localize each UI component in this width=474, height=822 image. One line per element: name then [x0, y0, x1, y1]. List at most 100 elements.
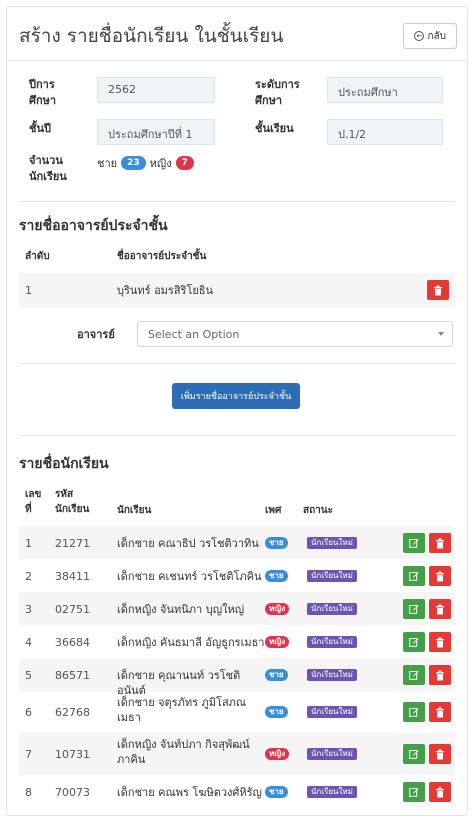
student-no: 4: [25, 636, 32, 649]
student-no: 8: [25, 786, 32, 799]
trash-icon: [436, 749, 444, 759]
student-row: 8 70073 เด็กชาย คณพร โฆษิตวงศ์หิรัญ ชาย นักเ…: [19, 775, 455, 809]
trash-icon: [436, 637, 444, 647]
student-name-line1: เด็กชาย คณาธิป วรโชติวาทิน: [117, 537, 259, 550]
delete-student-button[interactable]: [429, 566, 451, 586]
page-title: สร้าง รายชื่อนักเรียน ในชั้นเรียน: [19, 25, 284, 47]
back-button[interactable]: ← กลับ: [403, 23, 457, 49]
edit-student-button[interactable]: [403, 702, 425, 722]
delete-teacher-button[interactable]: [427, 280, 449, 300]
edit-student-button[interactable]: [403, 744, 425, 764]
student-status-badge: นักเรียนใหม่: [307, 748, 357, 760]
edit-icon: [409, 788, 419, 797]
delete-student-button[interactable]: [429, 632, 451, 652]
level-value: ประถมศึกษา: [327, 77, 443, 103]
delete-student-button[interactable]: [429, 744, 451, 764]
delete-student-button[interactable]: [429, 665, 451, 685]
edit-icon: [409, 671, 419, 680]
card-header: สร้าง รายชื่อนักเรียน ในชั้นเรียน ← กลับ: [7, 7, 467, 61]
teacher-row: 1 บุรินทร์ อมรสิริโยธิน: [19, 273, 455, 307]
caret-down-icon: [438, 332, 444, 336]
trash-icon: [436, 670, 444, 680]
grade-value: ประถมศึกษาปีที่ 1: [97, 119, 215, 145]
student-gender-badge: ชาย: [265, 570, 288, 582]
trash-icon: [436, 538, 444, 548]
student-no: 7: [25, 748, 32, 761]
grade-label: ชั้นปี: [29, 122, 51, 135]
student-row: 3 02751 เด็กหญิง จันทนิภา บุญใหญ่ หญิง นักเร…: [19, 592, 455, 625]
edit-student-button[interactable]: [403, 782, 425, 802]
student-col-gender: เพศ: [265, 505, 282, 516]
student-name-line1: เด็กชาย จตุรภัทร ภูมิโสภณ: [117, 696, 247, 709]
student-row: 1 21271 เด็กชาย คณาธิป วรโชติวาทิน ชาย นักเร…: [19, 526, 455, 559]
student-row: 6 62768 เด็กชาย จตุรภัทร ภูมิโสภณ เมธา ชาย นั…: [19, 691, 455, 733]
student-code: 21271: [55, 537, 90, 550]
female-label: หญิง: [149, 157, 172, 170]
male-label: ชาย: [97, 157, 118, 170]
trash-icon: [436, 787, 444, 797]
student-status-badge: นักเรียนใหม่: [307, 786, 357, 798]
edit-student-button[interactable]: [403, 566, 425, 586]
student-gender-badge: ชาย: [265, 537, 288, 549]
student-row: 7 10731 เด็กหญิง จันท์ปภา กิจสุพัฒน์ ภาคินห…: [19, 733, 455, 775]
teacher-col-no: ลำดับ: [25, 251, 50, 262]
teacher-row-name: บุรินทร์ อมรสิริโยธิน: [117, 284, 214, 297]
student-gender-badge: ชาย: [265, 706, 288, 718]
edit-icon: [409, 708, 419, 717]
student-gender-badge: ชาย: [265, 786, 288, 798]
student-col-code: รหัสนักเรียน: [55, 489, 90, 515]
edit-student-button[interactable]: [403, 533, 425, 553]
student-no: 6: [25, 706, 32, 719]
student-gender-badge: หญิง: [265, 603, 289, 615]
student-name: เด็กชาย จตุรภัทร ภูมิโสภณเมธา: [117, 695, 267, 725]
trash-icon: [436, 571, 444, 581]
edit-student-button[interactable]: [403, 665, 425, 685]
student-name: เด็กหญิง จันท์ปภา กิจสุพัฒน์ ภาคิน: [117, 737, 267, 767]
student-col-status: สถานะ: [303, 505, 333, 516]
student-status-badge: นักเรียนใหม่: [307, 537, 357, 549]
delete-student-button[interactable]: [429, 599, 451, 619]
teacher-col-name: ชื่ออาจารย์ประจำชั้น: [117, 251, 207, 262]
trash-icon: [436, 604, 444, 614]
student-no: 1: [25, 537, 32, 550]
create-class-roster-card: สร้าง รายชื่อนักเรียน ในชั้นเรียน ← กลับ…: [6, 6, 468, 816]
student-name: เด็กหญิง คันธมาลี อัญธูกรเมธา: [117, 635, 267, 650]
student-status-badge: นักเรียนใหม่: [307, 706, 357, 718]
student-name: เด็กชาย คเชนทร์ วรโชติโภคิน: [117, 569, 267, 584]
teachers-section-title: รายชื่ออาจารย์ประจำชั้น: [19, 218, 168, 234]
student-status-badge: นักเรียนใหม่: [307, 570, 357, 582]
student-name-line2: เมธา: [117, 711, 141, 724]
student-name-line1: เด็กหญิง จันทนิภา บุญใหญ่: [117, 603, 245, 616]
student-row: 2 38411 เด็กชาย คเชนทร์ วรโชติโภคิน ชาย นักเ…: [19, 559, 455, 592]
edit-icon: [409, 539, 419, 548]
student-status-badge: นักเรียนใหม่: [307, 603, 357, 615]
edit-student-button[interactable]: [403, 599, 425, 619]
student-no: 2: [25, 570, 32, 583]
teacher-row-no: 1: [25, 284, 32, 297]
student-name-line2: ภาคิน: [117, 753, 146, 766]
student-name-line1: เด็กชาย คณพร โฆษิตวงศ์หิรัญ: [117, 786, 262, 799]
student-name: เด็กชาย คณาธิป วรโชติวาทิน: [117, 536, 267, 551]
student-col-no: เลขที่: [25, 489, 42, 515]
teacher-select[interactable]: Select an Option: [137, 321, 453, 347]
trash-icon: [434, 285, 442, 295]
back-arrow-icon: ←: [414, 31, 425, 41]
teacher-select-label: อาจารย์: [77, 328, 115, 341]
gender-count: ชาย 23 หญิง 7: [97, 154, 194, 172]
student-code: 02751: [55, 603, 90, 616]
divider: [19, 363, 455, 364]
student-count-label: จำนวนนักเรียน: [29, 154, 67, 183]
student-gender-badge: หญิง: [265, 748, 289, 760]
student-no: 3: [25, 603, 32, 616]
delete-student-button[interactable]: [429, 533, 451, 553]
student-no: 5: [25, 669, 32, 682]
edit-student-button[interactable]: [403, 632, 425, 652]
student-code: 62768: [55, 706, 90, 719]
delete-student-button[interactable]: [429, 702, 451, 722]
students-section-title: รายชื่อนักเรียน: [19, 456, 109, 472]
delete-student-button[interactable]: [429, 782, 451, 802]
year-value: 2562: [97, 77, 215, 103]
student-status-badge: นักเรียนใหม่: [307, 636, 357, 648]
add-teacher-button[interactable]: เพิ่มรายชื่ออาจารย์ประจำชั้น: [172, 383, 300, 409]
class-value: ป.1/2: [327, 119, 443, 145]
